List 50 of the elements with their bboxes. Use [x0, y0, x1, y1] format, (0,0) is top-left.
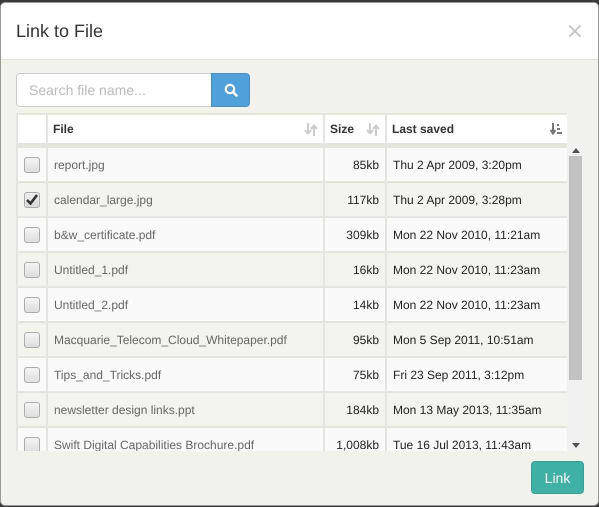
checkbox[interactable]: [24, 192, 40, 208]
file-size-cell: 75kb: [325, 358, 385, 391]
file-size-cell: 16kb: [325, 253, 385, 286]
last-saved-cell: Mon 13 May 2013, 11:35am: [387, 393, 567, 426]
column-header[interactable]: Last saved: [392, 122, 454, 136]
file-size-cell: 14kb: [325, 288, 385, 321]
column-header: [18, 115, 46, 143]
checkbox[interactable]: [24, 262, 40, 278]
last-saved-cell: Fri 23 Sep 2011, 3:12pm: [387, 358, 567, 391]
file-name-cell[interactable]: Swift Digital Capabilities Brochure.pdf: [48, 428, 323, 451]
dialog-title: Link to File: [16, 20, 104, 42]
checkbox[interactable]: [24, 436, 40, 451]
file-size-cell: 85kb: [325, 148, 385, 181]
file-size-cell: 117kb: [325, 183, 385, 216]
last-saved-cell: Thu 2 Apr 2009, 3:20pm: [387, 148, 567, 181]
last-saved-cell: Mon 5 Sep 2011, 10:51am: [387, 323, 567, 356]
file-size-cell: 95kb: [325, 323, 385, 356]
file-name-cell[interactable]: newsletter design links.ppt: [48, 393, 323, 426]
last-saved-cell: Thu 2 Apr 2009, 3:28pm: [387, 183, 567, 216]
checkbox[interactable]: [24, 296, 40, 312]
file-name-cell[interactable]: Untitled_2.pdf: [48, 288, 323, 321]
sort-descending-icon[interactable]: [550, 122, 562, 136]
file-name-cell[interactable]: Macquarie_Telecom_Cloud_Whitepaper.pdf: [48, 323, 323, 356]
checkbox[interactable]: [24, 332, 40, 348]
file-name-cell[interactable]: Tips_and_Tricks.pdf: [48, 358, 323, 391]
file-size-cell: 309kb: [325, 218, 385, 251]
last-saved-cell: Mon 22 Nov 2010, 11:23am: [387, 253, 567, 286]
last-saved-cell: Tue 16 Jul 2013, 11:43am: [387, 428, 567, 451]
file-size-cell: 1,008kb: [325, 428, 385, 451]
last-saved-cell: Mon 22 Nov 2010, 11:21am: [387, 218, 567, 251]
last-saved-cell: Mon 22 Nov 2010, 11:23am: [387, 288, 567, 321]
scroll-up-icon[interactable]: [572, 148, 580, 153]
column-header[interactable]: File: [53, 122, 74, 136]
file-name-cell[interactable]: b&w_certificate.pdf: [48, 218, 323, 251]
file-name-cell[interactable]: report.jpg: [48, 148, 323, 181]
file-name-cell[interactable]: calendar_large.jpg: [48, 183, 323, 216]
search-button[interactable]: [211, 73, 250, 107]
scrollbar-thumb[interactable]: [569, 156, 582, 380]
file-name-cell[interactable]: Untitled_1.pdf: [48, 253, 323, 286]
checkbox[interactable]: [24, 402, 40, 418]
sort-icon[interactable]: [366, 122, 380, 136]
sort-icon[interactable]: [304, 122, 318, 136]
search-icon: [224, 83, 238, 97]
scroll-down-icon[interactable]: [572, 443, 580, 448]
checkbox[interactable]: [24, 366, 40, 382]
file-size-cell: 184kb: [325, 393, 385, 426]
scrollbar[interactable]: [568, 145, 583, 451]
checkbox[interactable]: [24, 156, 40, 172]
checkbox[interactable]: [24, 226, 40, 242]
search-field[interactable]: Search file name...: [16, 73, 211, 107]
